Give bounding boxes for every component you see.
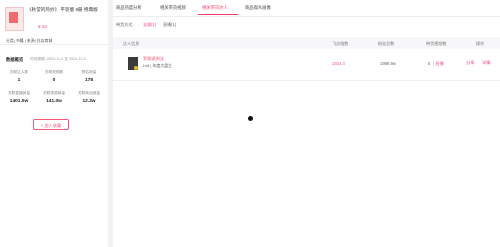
data-overview-time: 时间周期: 2024-11-3 至 2024-12-2 — [30, 57, 86, 61]
loading-cursor-icon — [248, 116, 253, 121]
stat-value: 12.3w — [82, 99, 96, 104]
feigua-score: 1502.4 — [332, 61, 345, 66]
filter-all[interactable]: 全部(1) — [143, 22, 156, 28]
column-header[interactable]: 带货视频数 — [426, 41, 446, 47]
main-panel: 商品热度分析 相关带货视频 相关带货达人 商品观众画像 带货方式: 全部(1) … — [113, 0, 500, 247]
product-price: ¥ 22 — [38, 24, 47, 29]
stat-value: 141.0w — [46, 99, 62, 104]
stat-value: 0 — [52, 78, 56, 83]
data-overview-title: 数据概览 — [6, 57, 24, 62]
stat-value: 1 — [17, 78, 21, 83]
tab-related-videos[interactable]: 相关带货视频 — [160, 5, 186, 11]
stat-value: 178 — [84, 78, 93, 83]
video-count: 0 — [428, 61, 431, 66]
detail-button[interactable]: 详情 — [482, 60, 490, 66]
add-favorite-button[interactable]: + 加入收藏 — [33, 119, 69, 130]
book-icon — [9, 12, 18, 23]
stat-value: 1401.0w — [9, 99, 29, 104]
filter-live[interactable]: 直播(1) — [163, 22, 176, 28]
fans-count: 1999.9w — [380, 61, 396, 66]
filter-label: 带货方式: — [116, 22, 134, 27]
influencer-name[interactable]: 罗翔说刑法 — [143, 56, 164, 62]
verified-badge-icon — [134, 66, 138, 70]
stat-label: 预估销量 — [81, 70, 97, 74]
live-link[interactable]: | 直播 — [433, 61, 444, 67]
stat-label: 关联视频销量 — [42, 91, 66, 95]
share-button[interactable]: 分享 — [466, 60, 474, 66]
tab-bar: 商品热度分析 相关带货视频 相关带货达人 商品观众画像 — [113, 0, 500, 17]
stat-label: 关联商品销量 — [77, 91, 101, 95]
tab-related-influencers[interactable]: 相关带货达人 — [202, 5, 228, 11]
column-header[interactable]: 粉丝总数 — [378, 41, 394, 47]
row-divider — [113, 80, 500, 81]
stat-label: 关联达人数 — [9, 70, 29, 74]
data-overview-card: 数据概览 时间周期: 2024-11-3 至 2024-12-2 关联达人数 1… — [0, 50, 108, 146]
influencer-level: Lv6 | 年度大盘主 — [143, 63, 172, 68]
column-header[interactable]: 飞瓜指数 — [332, 41, 348, 47]
active-tab-indicator — [198, 14, 238, 16]
stat-label: 关联视频数 — [44, 70, 64, 74]
divider — [0, 44, 108, 45]
stat-label: 关联直播销量 — [7, 91, 31, 95]
tab-audience-profile[interactable]: 商品观众画像 — [245, 5, 271, 11]
column-header: 达人信息 — [123, 41, 140, 46]
column-header: 操作 — [476, 41, 485, 46]
product-title[interactable]: 《秋莹的热抄》 平装版 8册 特典版 — [27, 7, 105, 14]
tab-heat-analysis[interactable]: 商品热度分析 — [116, 5, 142, 11]
